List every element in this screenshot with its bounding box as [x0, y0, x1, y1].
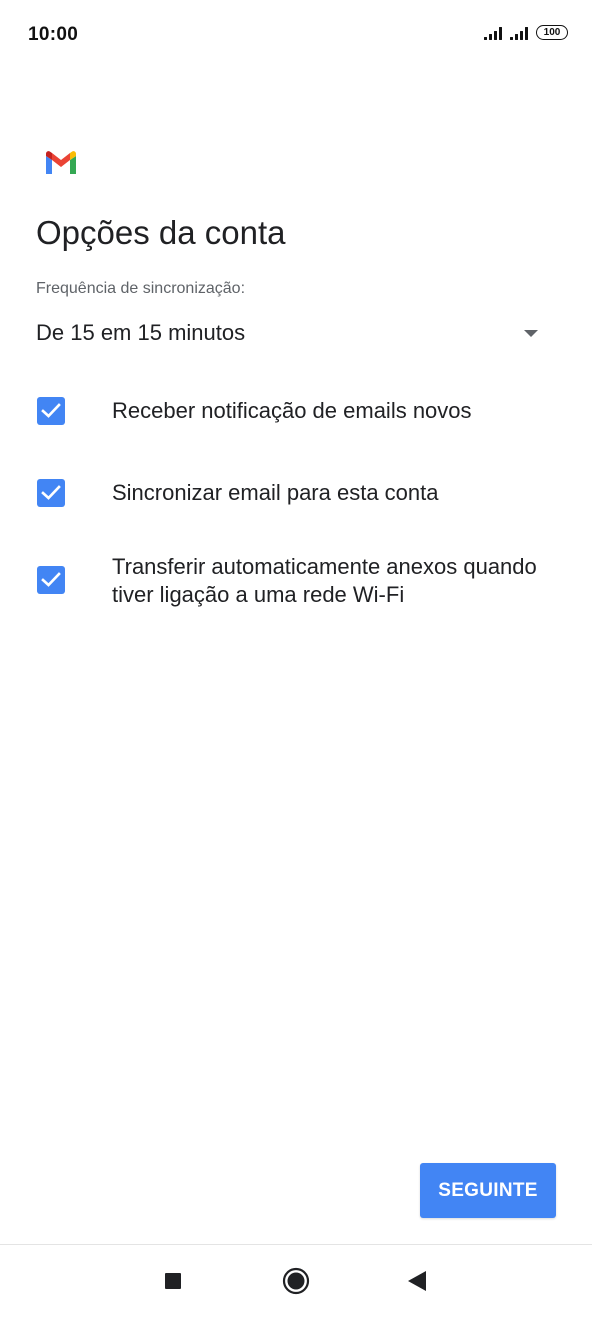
- home-icon[interactable]: [278, 1263, 314, 1299]
- sync-frequency-dropdown[interactable]: De 15 em 15 minutos: [36, 316, 546, 356]
- sync-frequency-label: Frequência de sincronização:: [36, 280, 246, 297]
- status-icons: 100: [484, 25, 568, 40]
- option-notify-new-emails[interactable]: Receber notificação de emails novos: [36, 396, 556, 426]
- next-button[interactable]: SEGUINTE: [420, 1163, 556, 1218]
- option-label: Sincronizar email para esta conta: [112, 480, 439, 505]
- status-bar: 10:00 100: [0, 0, 592, 72]
- status-time: 10:00: [28, 24, 79, 45]
- recent-apps-icon[interactable]: [155, 1263, 191, 1299]
- check-icon: [41, 403, 61, 418]
- signal-icon: [484, 26, 502, 40]
- gmail-logo-icon: [44, 150, 78, 176]
- dropdown-arrow-icon: [524, 330, 538, 337]
- check-icon: [41, 572, 61, 587]
- page-title: Opções da conta: [36, 214, 286, 251]
- option-label: Receber notificação de emails novos: [112, 398, 472, 423]
- check-icon: [41, 485, 61, 500]
- option-label: Transferir automaticamente anexos quando…: [112, 554, 537, 607]
- sync-frequency-value: De 15 em 15 minutos: [36, 320, 246, 345]
- checkbox-auto-download-attachments[interactable]: [37, 566, 65, 594]
- battery-icon: 100: [536, 25, 568, 40]
- signal-icon: [510, 26, 528, 40]
- checkbox-notify-new-emails[interactable]: [37, 397, 65, 425]
- option-auto-download-attachments[interactable]: Transferir automaticamente anexos quando…: [36, 553, 556, 613]
- navigation-bar: [0, 1244, 592, 1317]
- checkbox-sync-email[interactable]: [37, 479, 65, 507]
- option-sync-email[interactable]: Sincronizar email para esta conta: [36, 478, 556, 508]
- back-icon[interactable]: [400, 1263, 436, 1299]
